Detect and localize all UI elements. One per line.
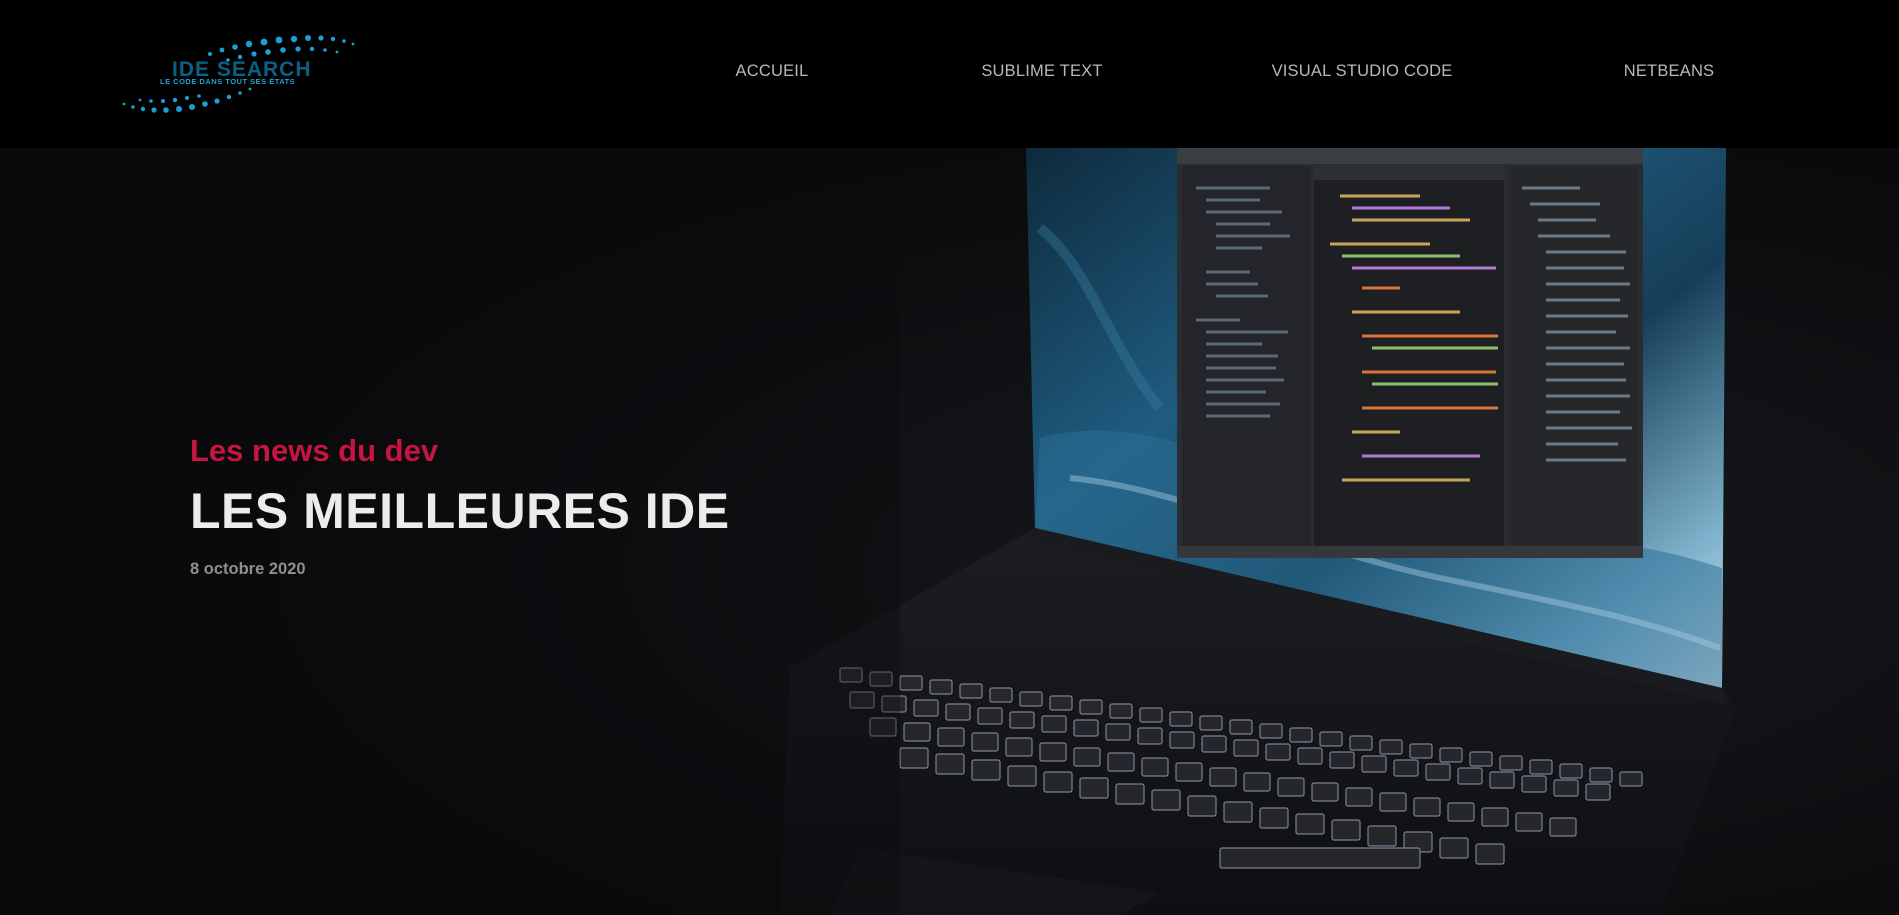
hero-banner: Les news du dev LES MEILLEURES IDE 8 oct… [0,148,1899,915]
nav-item-visual-studio-code[interactable]: VISUAL STUDIO CODE [1272,62,1453,81]
nav-item-sublime-text[interactable]: SUBLIME TEXT [981,62,1102,81]
article-title[interactable]: LES MEILLEURES IDE [190,482,730,540]
main-nav: ACCUEIL SUBLIME TEXT VISUAL STUDIO CODE … [0,0,1899,148]
post-date: 8 octobre 2020 [190,560,306,578]
nav-item-accueil[interactable]: ACCUEIL [736,62,809,81]
category-link[interactable]: Les news du dev [190,433,730,469]
site-header: IDE SEARCH LE CODE DANS TOUT SES ÉTATS A… [0,0,1899,148]
hero-text-block: Les news du dev LES MEILLEURES IDE 8 oct… [190,433,730,579]
nav-item-netbeans[interactable]: NETBEANS [1624,62,1715,81]
